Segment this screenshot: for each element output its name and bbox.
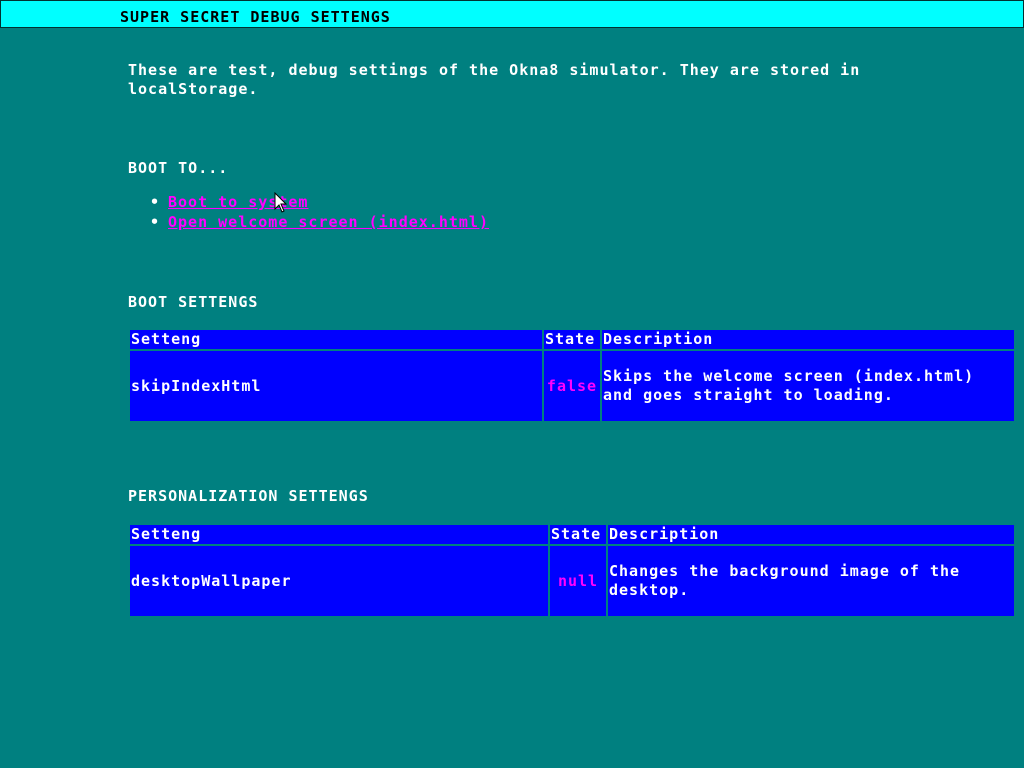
boot-links-list: • Boot to system • Open welcome screen (in… <box>150 192 489 232</box>
column-header-setting: Setteng <box>128 523 550 546</box>
table-header-row: Setteng State Description <box>128 328 1016 351</box>
table-header-row: Setteng State Description <box>128 523 1016 546</box>
personalization-settings-table: Setteng State Description desktopWallpap… <box>128 523 1016 618</box>
column-header-state: State <box>542 328 602 351</box>
setting-description: Skips the welcome screen (index.html) an… <box>600 349 1016 423</box>
table-row: skipIndexHtml false Skips the welcome sc… <box>128 349 1016 423</box>
list-item: • Boot to system <box>150 192 489 212</box>
open-welcome-screen-link[interactable]: Open welcome screen (index.html) <box>168 213 489 231</box>
intro-text: These are test, debug settings of the Ok… <box>128 61 861 98</box>
mouse-pointer-icon <box>274 192 288 213</box>
window-title: SUPER SECRET DEBUG SETTENGS <box>120 8 391 26</box>
boot-to-heading: BOOT TO... <box>128 159 229 177</box>
personalization-settings-heading: PERSONALIZATION SETTENGS <box>128 487 369 505</box>
boot-settings-heading: BOOT SETTENGS <box>128 293 259 311</box>
list-item: • Open welcome screen (index.html) <box>150 212 489 232</box>
table-row: desktopWallpaper null Changes the backgr… <box>128 544 1016 618</box>
column-header-description: Description <box>606 523 1016 546</box>
setting-description: Changes the background image of the desk… <box>606 544 1016 618</box>
boot-settings-table: Setteng State Description skipIndexHtml … <box>128 328 1016 423</box>
setting-name: desktopWallpaper <box>128 544 550 618</box>
title-bar: SUPER SECRET DEBUG SETTENGS <box>0 0 1024 28</box>
bullet-icon: • <box>150 193 161 211</box>
column-header-setting: Setteng <box>128 328 544 351</box>
setting-name: skipIndexHtml <box>128 349 544 423</box>
column-header-state: State <box>548 523 608 546</box>
column-header-description: Description <box>600 328 1016 351</box>
setting-state-toggle[interactable]: null <box>548 544 608 618</box>
setting-state-toggle[interactable]: false <box>542 349 602 423</box>
bullet-icon: • <box>150 213 161 231</box>
